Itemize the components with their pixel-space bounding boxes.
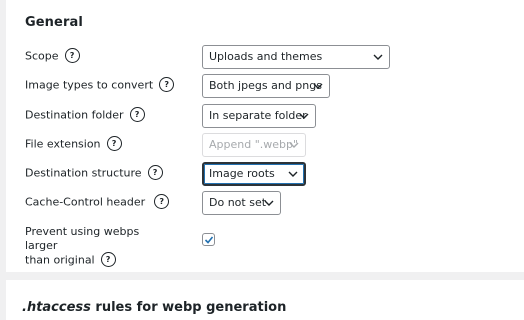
file-extension-select-value: Append ".webp" [209,138,299,151]
chevron-down-icon [299,113,309,119]
prevent-larger-checkbox[interactable] [202,233,215,246]
htaccess-title-rest: rules for webp generation [90,300,287,315]
file-extension-label-text: File extension [25,137,101,151]
file-extension-select: Append ".webp" [202,133,306,157]
scope-row: Scope? Uploads and themes [25,45,524,69]
image-types-select[interactable]: Both jpegs and pngs [202,74,330,98]
prevent-larger-label-line1: Prevent using webps larger [25,225,140,252]
checkmark-icon [204,236,214,244]
chevron-down-icon [288,171,298,177]
file-extension-label: File extension? [25,136,122,152]
scope-label: Scope? [25,48,80,64]
cache-control-label-text: Cache-Control header [25,195,146,209]
chevron-down-icon [373,54,383,60]
prevent-larger-label: Prevent using webps larger than original… [25,225,175,268]
prevent-larger-row: Prevent using webps larger than original… [25,225,524,267]
prevent-larger-label-line2: than original [25,253,95,267]
image-types-select-value: Both jpegs and pngs [209,79,322,92]
general-settings-panel: General Scope? Uploads and themes Image … [6,0,524,272]
destination-folder-select-value: In separate folder [209,109,307,122]
cache-control-label: Cache-Control header? [25,194,170,210]
destination-structure-select-value: Image roots [209,167,275,180]
chevron-down-icon [289,142,299,148]
destination-folder-select[interactable]: In separate folder [202,104,316,128]
destination-folder-label: Destination folder? [25,107,145,123]
scope-help-icon[interactable]: ? [64,48,80,63]
chevron-down-icon [264,200,274,206]
file-extension-help-icon[interactable]: ? [106,136,122,151]
scope-label-text: Scope [25,49,59,63]
htaccess-section-title: .htaccess rules for webp generation [22,300,286,315]
cache-control-row: Cache-Control header? Do not set [25,191,524,215]
cache-control-select[interactable]: Do not set [202,191,281,215]
destination-structure-label-text: Destination structure [25,166,142,180]
cache-control-select-value: Do not set [209,196,267,209]
file-extension-row: File extension? Append ".webp" [25,133,524,157]
image-types-label: Image types to convert? [25,77,175,93]
destination-structure-select[interactable]: Image roots [202,162,306,186]
section-title: General [25,15,83,30]
cache-control-help-icon[interactable]: ? [154,194,170,209]
chevron-down-icon [313,83,323,89]
destination-folder-help-icon[interactable]: ? [129,107,145,122]
prevent-larger-help-icon[interactable]: ? [100,252,116,267]
scope-select[interactable]: Uploads and themes [202,45,390,69]
destination-folder-label-text: Destination folder [25,108,124,122]
destination-structure-row: Destination structure? Image roots [25,162,524,186]
scope-select-value: Uploads and themes [209,50,323,63]
destination-structure-label: Destination structure? [25,165,163,181]
image-types-label-text: Image types to convert [25,78,154,92]
destination-structure-help-icon[interactable]: ? [147,165,163,180]
htaccess-title-em: .htaccess [22,300,91,315]
image-types-row: Image types to convert? Both jpegs and p… [25,74,524,98]
image-types-help-icon[interactable]: ? [159,77,175,92]
destination-folder-row: Destination folder? In separate folder [25,104,524,128]
